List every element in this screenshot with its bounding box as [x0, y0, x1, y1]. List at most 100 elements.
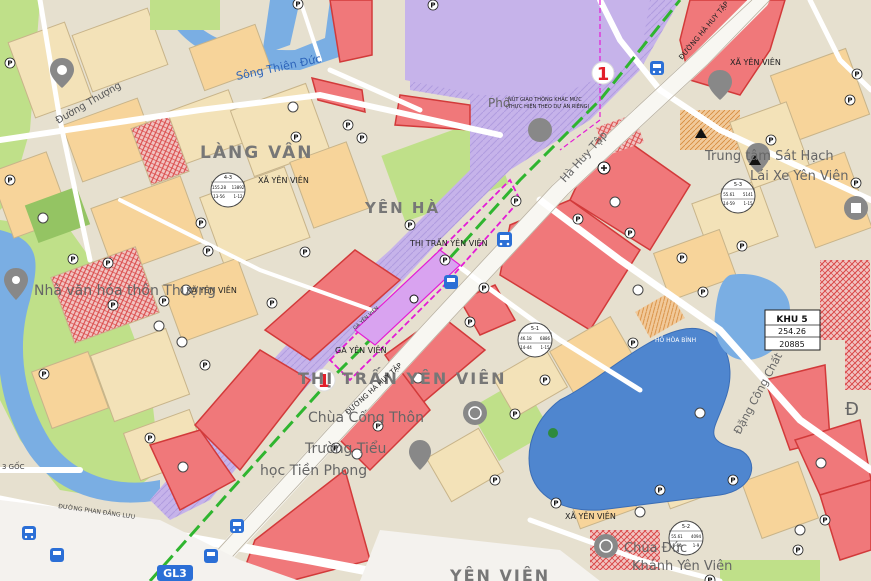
lot-5-2-code: 5-2: [682, 524, 690, 530]
parking-icon: P: [67, 253, 79, 265]
parking-icon: P: [107, 299, 119, 311]
parking-icon: P: [844, 94, 856, 106]
khu5-area: 254.26: [778, 327, 806, 336]
svg-text:P: P: [768, 137, 773, 145]
svg-text:P: P: [7, 60, 12, 68]
parking-icon: P: [704, 574, 716, 581]
parking-icon: P: [199, 359, 211, 371]
lot-5-1[interactable]: 5-1 46.18 6886 14-44 1-15: [517, 322, 553, 358]
khu5-box[interactable]: KHU 5 254.26 20885: [764, 309, 821, 351]
svg-text:P: P: [202, 362, 207, 370]
chua-cong-thon-label: Chùa Cống Thôn: [308, 409, 424, 426]
route-marker-1-north-label: 1: [597, 64, 610, 85]
svg-text:P: P: [847, 97, 852, 105]
svg-text:P: P: [512, 411, 517, 419]
map-pin-icon[interactable]: [844, 196, 868, 220]
parking-icon: P: [550, 497, 562, 509]
parking-icon: P: [292, 0, 304, 10]
svg-text:P: P: [105, 260, 110, 268]
thi-tran-yen-vien-big-label: THỊ TRẤN YÊN VIÊN: [298, 367, 507, 388]
bus-icon[interactable]: [497, 232, 512, 247]
lot-5-1-a: 46.18: [520, 336, 532, 341]
svg-text:P: P: [147, 435, 152, 443]
bus-icon[interactable]: [22, 526, 36, 540]
bus-icon[interactable]: [204, 549, 218, 563]
svg-text:P: P: [575, 216, 580, 224]
svg-text:P: P: [269, 300, 274, 308]
temple-icon[interactable]: [594, 534, 618, 558]
temple-icon[interactable]: [463, 401, 487, 425]
truong-tieu-hoc-label-2: học Tiền Phong: [260, 462, 367, 479]
parking-icon: P: [489, 474, 501, 486]
bus-icon[interactable]: [230, 519, 244, 533]
parking-icon: P: [439, 254, 451, 266]
trung-tam-label-2: Lái Xe Yên Viên: [750, 169, 848, 184]
xa-yen-vien-label-3: XÃ YÊN VIÊN: [730, 56, 781, 67]
parking-icon: P: [144, 432, 156, 444]
hospital-icon: [597, 161, 611, 175]
lot-5-3[interactable]: 5-3 55.61 5141 14-59 1-15: [720, 178, 756, 214]
parking-icon: P: [765, 134, 777, 146]
nut-giao-label-1: NÚT GIAO THÔNG KHÁC MỨC: [508, 96, 582, 103]
parking-icon: P: [4, 57, 16, 69]
svg-text:P: P: [295, 1, 300, 9]
svg-text:P: P: [205, 248, 210, 256]
parking-icon: P: [624, 227, 636, 239]
thi-tran-yen-vien-label: THỊ TRẤN YÊN VIÊN: [409, 237, 488, 249]
parking-icon: P: [464, 316, 476, 328]
planning-map[interactable]: P P P P P P P P P P P P P P P P P P P P P P P P P P P P P P P P P P P P P P P P…: [0, 0, 871, 581]
svg-text:P: P: [739, 243, 744, 251]
svg-text:P: P: [700, 289, 705, 297]
svg-text:P: P: [70, 256, 75, 264]
svg-text:P: P: [679, 255, 684, 263]
bus-icon[interactable]: [650, 61, 664, 75]
khu5-population: 20885: [779, 340, 804, 349]
lang-van-label: LÀNG VÂN: [200, 141, 313, 163]
lot-4-3-b: 13892: [232, 185, 245, 190]
svg-text:P: P: [822, 517, 827, 525]
svg-text:P: P: [730, 477, 735, 485]
chua-khanh-label-2: Khánh Yên Viên: [632, 559, 732, 574]
bus-icon[interactable]: [50, 548, 64, 562]
parking-icon: P: [792, 544, 804, 556]
map-canvas[interactable]: P P P P P P P P P P P P P P P P P P P P P P P P P P P P P P P P P P P P P P P P…: [0, 0, 871, 581]
parking-icon: P: [342, 119, 354, 131]
parking-icon: P: [404, 219, 416, 231]
svg-text:P: P: [795, 547, 800, 555]
parking-icon: P: [736, 240, 748, 252]
parking-icon: P: [510, 195, 522, 207]
svg-text:P: P: [293, 134, 298, 142]
ho-hoa-binh-label: HỒ HÒA BÌNH: [655, 335, 696, 344]
parking-icon: P: [572, 213, 584, 225]
svg-text:P: P: [345, 122, 350, 130]
svg-text:P: P: [7, 177, 12, 185]
svg-text:P: P: [542, 377, 547, 385]
svg-text:P: P: [41, 371, 46, 379]
parking-icon: P: [509, 408, 521, 420]
parking-icon: P: [4, 174, 16, 186]
lot-5-2-a: 55.61: [671, 534, 683, 539]
big-d-label: Đ: [845, 399, 859, 420]
lot-5-1-d: 1-15: [540, 345, 550, 350]
svg-text:P: P: [657, 487, 662, 495]
lot-5-1-code: 5-1: [531, 326, 539, 332]
metro-station-icon[interactable]: [444, 275, 458, 289]
bus-stop-gl3[interactable]: GL3: [157, 565, 193, 581]
svg-text:P: P: [442, 257, 447, 265]
svg-text:P: P: [302, 249, 307, 257]
svg-text:P: P: [553, 500, 558, 508]
lot-4-3[interactable]: 4-3 155.28 13892 13-56 1-12: [210, 172, 246, 208]
truong-tieu-hoc-label: Trường Tiểu: [304, 440, 386, 457]
lot-5-1-b: 6886: [540, 336, 551, 341]
lot-5-2-b: 4094: [691, 534, 702, 539]
svg-text:P: P: [430, 2, 435, 10]
bus-stop-gl3-label: GL3: [163, 567, 187, 580]
svg-text:P: P: [359, 135, 364, 143]
svg-text:P: P: [110, 302, 115, 310]
lot-5-3-a: 55.61: [723, 192, 735, 197]
parking-icon: P: [819, 514, 831, 526]
xa-yen-vien-label-4: XÃ YÊN VIÊN: [565, 510, 616, 521]
parking-icon: P: [299, 246, 311, 258]
parking-icon: P: [627, 337, 639, 349]
map-pin-icon[interactable]: [528, 118, 552, 142]
